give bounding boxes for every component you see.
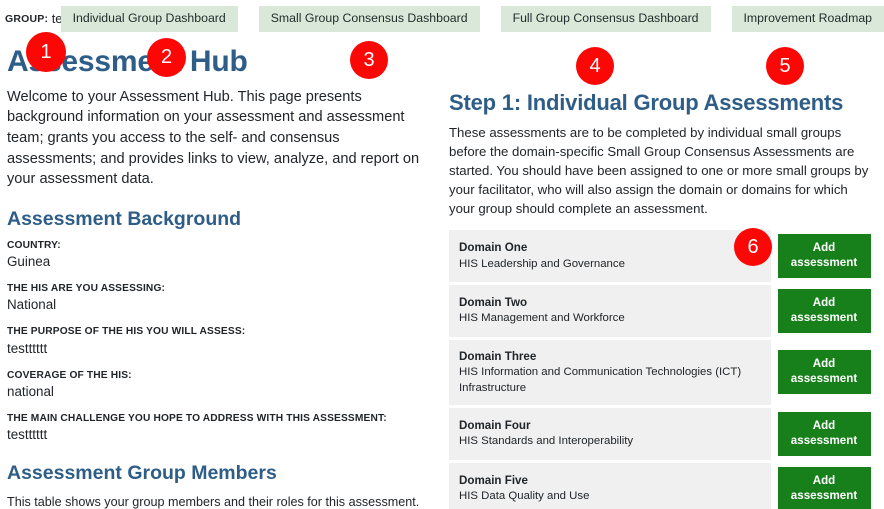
step1-intro-paragraph: These assessments are to be completed by… xyxy=(449,125,869,217)
domain-list: Domain One HIS Leadership and Governance… xyxy=(449,230,877,509)
field-value: National xyxy=(7,297,57,313)
field-his-purpose: THE PURPOSE OF THE HIS YOU WILL ASSESS: … xyxy=(7,325,423,357)
domain-description: HIS Standards and Interoperability xyxy=(459,435,634,448)
field-value: testttttt xyxy=(7,427,48,443)
page-title: Assessment Hub xyxy=(7,45,248,78)
field-label: THE HIS ARE YOU ASSESSING: xyxy=(7,282,166,294)
left-column: Assessment Hub Welcome to your Assessmen… xyxy=(7,45,423,509)
add-assessment-button[interactable]: Add assessment xyxy=(777,288,871,333)
group-key-label: GROUP: xyxy=(5,12,49,25)
top-nav-bar: GROUP: testab Individual Group Dashboard… xyxy=(0,0,884,37)
domain-action-cell: Add assessment xyxy=(771,408,877,460)
table-row: Domain Five HIS Data Quality and Use Add… xyxy=(449,462,877,509)
domain-description: HIS Leadership and Governance xyxy=(459,257,625,270)
tab-small-group-consensus-dashboard[interactable]: Small Group Consensus Dashboard xyxy=(258,5,480,32)
field-label: COVERAGE OF THE HIS: xyxy=(7,369,132,381)
right-column: Step 1: Individual Group Assessments The… xyxy=(449,45,877,509)
domain-action-cell: Add assessment xyxy=(771,284,877,337)
domain-action-cell: Add assessment xyxy=(771,339,877,406)
tab-improvement-roadmap[interactable]: Improvement Roadmap xyxy=(731,5,884,32)
group-indicator: GROUP: testab xyxy=(0,0,61,38)
page-intro-paragraph: Welcome to your Assessment Hub. This pag… xyxy=(7,88,420,188)
field-label: COUNTRY: xyxy=(7,239,61,251)
domain-name: Domain Three xyxy=(459,349,537,363)
field-value: testttttt xyxy=(7,340,48,356)
field-his-assessing: THE HIS ARE YOU ASSESSING: National xyxy=(7,282,423,314)
nav-tab-list: Individual Group Dashboard Small Group C… xyxy=(60,0,884,37)
field-label: THE MAIN CHALLENGE YOU HOPE TO ADDRESS W… xyxy=(7,412,387,424)
assessment-background-heading: Assessment Background xyxy=(7,208,242,231)
field-his-coverage: COVERAGE OF THE HIS: national xyxy=(7,369,423,401)
domain-info: Domain One HIS Leadership and Governance xyxy=(449,230,771,282)
domain-info: Domain Three HIS Information and Communi… xyxy=(449,340,771,405)
domain-action-cell: Add assessment xyxy=(771,230,877,282)
domain-description: HIS Management and Workforce xyxy=(459,312,625,325)
tab-separator xyxy=(238,18,259,19)
table-row: Domain Two HIS Management and Workforce … xyxy=(449,284,877,337)
domain-action-cell: Add assessment xyxy=(771,462,877,509)
domain-name: Domain Four xyxy=(459,418,531,432)
domain-info: Domain Two HIS Management and Workforce xyxy=(449,285,771,337)
assessment-group-members-heading: Assessment Group Members xyxy=(7,462,277,485)
field-label: THE PURPOSE OF THE HIS YOU WILL ASSESS: xyxy=(7,326,246,338)
add-assessment-button[interactable]: Add assessment xyxy=(777,412,871,456)
assessment-background-fields: COUNTRY: Guinea THE HIS ARE YOU ASSESSIN… xyxy=(7,239,423,445)
table-row: Domain Three HIS Information and Communi… xyxy=(449,339,877,406)
tab-separator xyxy=(480,18,501,19)
table-row: Domain Four HIS Standards and Interopera… xyxy=(449,408,877,460)
tab-full-group-consensus-dashboard[interactable]: Full Group Consensus Dashboard xyxy=(500,5,711,32)
domain-name: Domain Two xyxy=(459,295,528,309)
field-value: national xyxy=(7,383,54,399)
domain-info: Domain Five HIS Data Quality and Use xyxy=(449,463,771,509)
tab-individual-group-dashboard[interactable]: Individual Group Dashboard xyxy=(60,5,238,32)
add-assessment-button[interactable]: Add assessment xyxy=(777,466,871,509)
domain-name: Domain Five xyxy=(459,473,528,487)
field-country: COUNTRY: Guinea xyxy=(7,239,423,271)
tab-separator xyxy=(711,18,732,19)
group-members-intro: This table shows your group members and … xyxy=(7,494,420,509)
add-assessment-button[interactable]: Add assessment xyxy=(777,350,871,395)
domain-name: Domain One xyxy=(459,241,528,255)
add-assessment-button[interactable]: Add assessment xyxy=(777,234,871,278)
field-value: Guinea xyxy=(7,253,51,269)
assessment-hub-page: GROUP: testab Individual Group Dashboard… xyxy=(0,0,884,509)
domain-description: HIS Information and Communication Techno… xyxy=(459,366,742,394)
step1-heading: Step 1: Individual Group Assessments xyxy=(449,90,844,115)
domain-info: Domain Four HIS Standards and Interopera… xyxy=(449,408,771,460)
field-main-challenge: THE MAIN CHALLENGE YOU HOPE TO ADDRESS W… xyxy=(7,412,423,444)
group-value-label: testab xyxy=(51,10,61,26)
domain-description: HIS Data Quality and Use xyxy=(459,490,590,503)
table-row: Domain One HIS Leadership and Governance… xyxy=(449,230,877,282)
